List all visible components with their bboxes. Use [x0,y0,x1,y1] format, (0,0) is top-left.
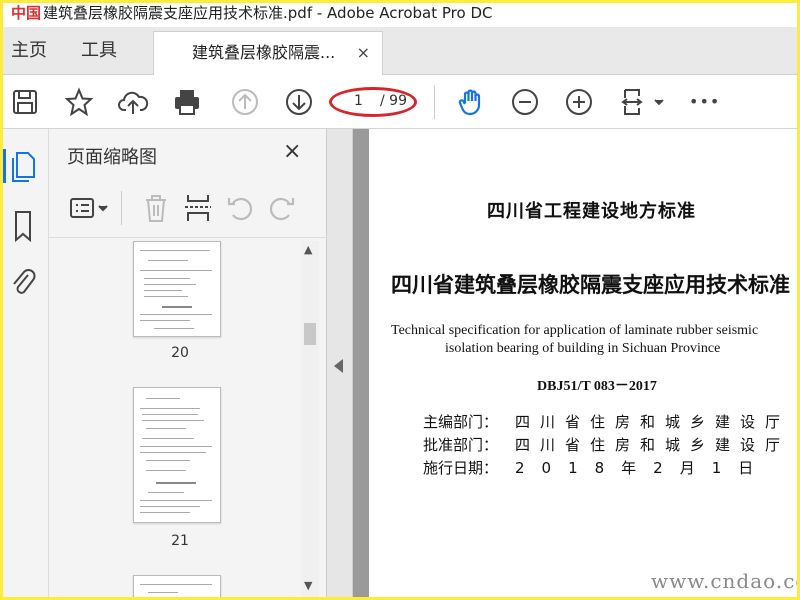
thumbnail-number-21: 21 [171,533,189,549]
fit-page-icon[interactable] [619,86,667,118]
panel-collapse-gutter[interactable] [327,129,353,597]
star-icon[interactable] [63,86,95,118]
meta-row-approver: 批准部门： 四川省住房和城乡建设厅 [423,434,790,455]
meta-label: 主编部门： [423,413,499,431]
thumbnail-page-20[interactable] [133,241,221,337]
save-icon[interactable] [9,86,41,118]
title-bar: 中国 建筑叠层橡胶隔震支座应用技术标准.pdf - Adobe Acrobat P… [3,3,797,27]
tab-document[interactable]: 建筑叠层橡胶隔震... × [153,31,383,75]
attachment-icon[interactable] [8,265,38,299]
thumbnails-panel: 页面缩略图 × 20 21 ▲ ▼ [49,129,327,597]
standard-code: DBJ51/T 083－2017 [537,379,657,394]
main-toolbar: 1 / 99 ••• [3,75,797,129]
tab-bar: 主页 工具 建筑叠层橡胶隔震... × [3,27,797,75]
hand-icon[interactable] [455,86,487,118]
thumbnail-options-icon[interactable] [67,191,115,225]
panel-divider [49,237,327,238]
page-down-icon[interactable] [283,86,315,118]
more-icon[interactable]: ••• [689,86,729,118]
page-up-icon[interactable] [229,86,261,118]
thumbnail-page-21[interactable] [133,387,221,523]
panel-toolbar-separator [121,191,122,225]
acrobat-window: 中国 建筑叠层橡胶隔震支座应用技术标准.pdf - Adobe Acrobat P… [3,3,797,597]
tab-tools[interactable]: 工具 [81,27,117,75]
meta-label: 施行日期： [423,459,499,477]
document-title-en-1: Technical specification for application … [391,323,759,338]
meta-value: 四川省住房和城乡建设厅 [515,413,791,431]
meta-label: 批准部门： [423,436,499,454]
total-pages-label: / 99 [380,93,407,109]
print-icon[interactable] [171,86,203,118]
collapse-panel-icon[interactable] [334,359,343,373]
meta-row-date: 施行日期： 2018年2月1日 [423,457,770,478]
close-tab-icon[interactable]: × [357,32,370,74]
document-title-en-2: isolation bearing of building in Sichuan… [445,341,721,356]
thumbnail-page-22[interactable] [133,575,221,597]
document-page: 四川省工程建设地方标准 四川省建筑叠层橡胶隔震支座应用技术标准 Technica… [369,129,797,597]
meta-row-editor: 主编部门： 四川省住房和城乡建设厅 [423,411,790,432]
meta-value: 2018年2月1日 [515,459,771,477]
panel-title: 页面缩略图 [67,147,157,168]
delete-icon[interactable] [139,191,173,225]
close-panel-icon[interactable]: × [283,139,301,164]
page-number-box[interactable]: 1 / 99 [329,87,417,117]
zoom-in-icon[interactable] [563,86,595,118]
rail-active-indicator [3,149,6,183]
current-page-input[interactable]: 1 [354,93,363,109]
window-title: 建筑叠层橡胶隔震支座应用技术标准.pdf - Adobe Acrobat Pro… [43,4,493,22]
insert-page-icon[interactable] [181,191,215,225]
panel-scrollbar[interactable]: ▲ ▼ [301,241,319,597]
tab-home[interactable]: 主页 [11,27,47,75]
site-watermark: www.cndao.com [651,569,797,593]
rotate-left-icon[interactable] [223,191,257,225]
scroll-down-icon[interactable]: ▼ [304,579,312,592]
left-rail [3,129,49,597]
scrollbar-thumb[interactable] [304,323,316,345]
cloud-upload-icon[interactable] [117,86,149,118]
standard-type: 四川省工程建设地方标准 [487,201,696,222]
page-thumbnails-icon[interactable] [8,149,38,183]
thumbnail-number-20: 20 [171,345,189,361]
document-title-cn: 四川省建筑叠层橡胶隔震支座应用技术标准 [391,273,790,297]
watermark-logo: 中国 [11,4,42,22]
meta-value: 四川省住房和城乡建设厅 [515,436,791,454]
toolbar-separator [434,85,435,119]
zoom-out-icon[interactable] [509,86,541,118]
scroll-up-icon[interactable]: ▲ [304,243,312,256]
bookmark-icon[interactable] [8,209,38,243]
rotate-right-icon[interactable] [265,191,299,225]
tab-document-label: 建筑叠层橡胶隔震... [192,43,336,62]
